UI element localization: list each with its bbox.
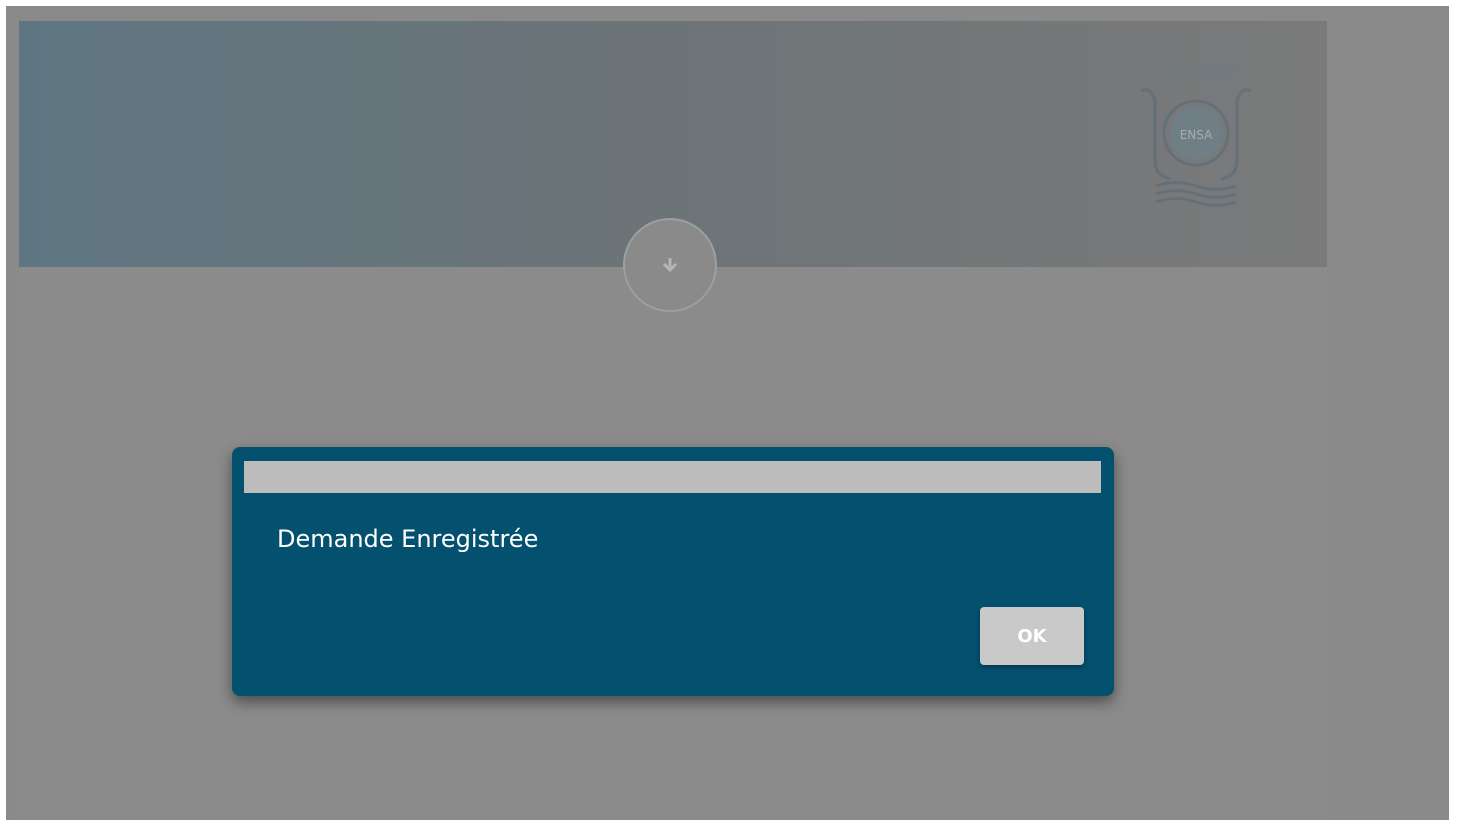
page-card: ENSA: [19, 21, 1327, 820]
arrow-down-icon: [662, 258, 678, 273]
scroll-down-button[interactable]: [623, 218, 717, 312]
dialog-titlebar: [244, 461, 1101, 493]
ok-button[interactable]: OK: [980, 607, 1084, 665]
dialog-message: Demande Enregistrée: [277, 525, 539, 553]
svg-text:ENSA: ENSA: [1180, 128, 1213, 142]
alert-dialog: Demande Enregistrée OK: [232, 447, 1114, 696]
university-logo-icon: ENSA: [1140, 69, 1252, 207]
